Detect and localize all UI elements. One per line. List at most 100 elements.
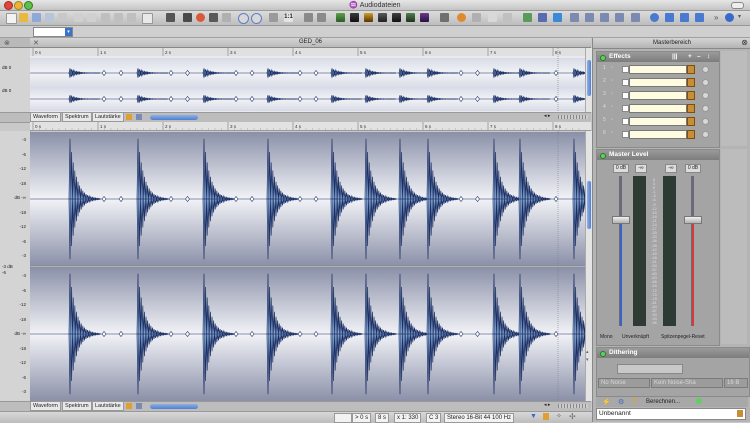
play-range-icon[interactable] [665,13,674,22]
effect-plugin-slot[interactable] [629,130,687,139]
loop-icon[interactable] [251,13,262,24]
split-tab-icon-bottom[interactable] [136,403,142,409]
select-tool-icon[interactable] [183,13,192,22]
effect-edit-icon[interactable] [687,130,695,139]
main-waveform-svg[interactable] [30,131,585,401]
dithering-noise-field[interactable]: No Noise [598,378,650,388]
zoom-in-icon[interactable] [304,13,313,22]
scroll-arrows-icon-bottom[interactable]: ◂ ▸ [544,402,550,408]
effect-slot-row[interactable]: 6 ◦ [599,130,717,139]
marker-tab-icon-bottom[interactable] [126,403,132,409]
effect-power-icon[interactable] [702,79,709,86]
effect-bypass-icon[interactable]: ◦ [611,78,613,84]
save-as-icon[interactable] [45,13,54,22]
analysis-icon[interactable] [440,13,449,22]
nav-extra-icon[interactable] [631,13,640,22]
effect-7-icon[interactable] [420,13,429,22]
play-icon[interactable] [238,13,249,24]
main-waveform[interactable]: ▴ ▾ [30,131,592,401]
effect-plugin-slot[interactable] [629,78,687,87]
add-marker-icon[interactable] [523,13,532,22]
pencil-tool-icon[interactable] [222,13,231,22]
master-level-power-icon[interactable] [600,153,606,159]
record-options-icon[interactable] [553,13,562,22]
mixer-icon[interactable] [503,13,512,22]
effect-plugin-slot[interactable] [629,91,687,100]
dithering-bits-field[interactable]: 16 B [724,378,748,388]
effect-5-icon[interactable] [392,13,401,22]
unlink-button[interactable]: Unverknüpft [622,334,649,340]
dithering-shaping-field[interactable]: Kein Noise-Sha [651,378,723,388]
effect-enable-checkbox[interactable] [622,79,629,86]
effect-bypass-icon[interactable]: ◦ [611,117,613,123]
import-icon[interactable] [58,13,67,22]
effect-edit-icon[interactable] [687,91,695,100]
help-menu-arrow-icon[interactable]: ▾ [738,13,747,22]
dithering-plugin-slot[interactable] [617,364,683,374]
zoom-1to1-icon[interactable]: 1:1 [284,13,293,22]
scroll-down-icon[interactable]: ▾ [586,357,589,363]
save-icon[interactable] [32,13,41,22]
panel-close-icon[interactable]: ⊗ [741,38,748,48]
tab-lautstarke[interactable]: Lautstärke [92,113,124,122]
effects-add-icon[interactable]: + [688,52,692,62]
effect-power-icon[interactable] [702,131,709,138]
document-tab[interactable]: ✕ GED_06 [30,38,591,48]
effect-edit-icon[interactable] [687,65,695,74]
effect-4-icon[interactable] [378,13,387,22]
copy-icon[interactable] [114,13,123,22]
peak-reset-button[interactable]: Spitzenpegel-Reset [661,334,705,340]
effect-bypass-icon[interactable]: ◦ [611,104,613,110]
effect-bypass-icon[interactable]: ◦ [611,91,613,97]
crosshair-icon[interactable]: ✢ [569,412,576,421]
effect-enable-checkbox[interactable] [622,131,629,138]
effect-slot-row[interactable]: 5 ◦ [599,117,717,126]
trim-icon[interactable] [166,13,175,22]
effect-power-icon[interactable] [702,105,709,112]
effect-plugin-slot[interactable] [629,104,687,113]
close-tab-icon[interactable]: ⊗ [4,39,10,47]
effect-power-icon[interactable] [702,92,709,99]
effect-edit-icon[interactable] [687,117,695,126]
settings-icon[interactable] [457,13,466,22]
effects-power-icon[interactable] [600,55,606,61]
effect-1-icon[interactable] [336,13,345,22]
effect-enable-checkbox[interactable] [622,66,629,73]
effect-enable-checkbox[interactable] [622,105,629,112]
effect-3-icon[interactable] [364,13,373,22]
plugin-chain-icon[interactable]: ⚡ [602,398,611,406]
gain-right-value[interactable]: 0 dB [685,164,701,173]
effect-enable-checkbox[interactable] [622,92,629,99]
effect-edit-icon[interactable] [687,78,695,87]
nav-start-icon[interactable] [570,13,579,22]
preset-menu-icon[interactable] [737,410,743,417]
speaker-icon[interactable]: ✧ [556,412,562,420]
effect-plugin-slot[interactable] [629,65,687,74]
scroll-arrows-icon[interactable]: ◂ ▸ [544,113,550,119]
effect-power-icon[interactable] [702,66,709,73]
record-icon[interactable] [196,13,205,22]
effect-edit-icon[interactable] [687,104,695,113]
effect-bypass-icon[interactable]: ◦ [611,130,613,136]
zoom-slider-bottom[interactable] [558,404,588,408]
redo-icon[interactable] [87,13,96,22]
fader-right-handle[interactable] [684,216,702,224]
key-icon[interactable]: ⚿ [632,398,637,406]
effect-plugin-slot[interactable] [629,117,687,126]
more-tools-icon[interactable]: » [714,13,723,22]
toolbar-toggle-button[interactable] [731,2,744,9]
new-file-icon[interactable] [6,13,17,24]
paste-icon[interactable] [127,13,136,22]
main-hscroll-thumb[interactable] [150,404,198,409]
render-button[interactable]: Berechnen... [646,399,680,405]
nav-end-icon[interactable] [615,13,624,22]
time-ruler-svg[interactable]: 0 s 1 s 2 s 3 s 4 s 5 s 6 s 7 s 8 s [30,122,585,130]
overview-svg[interactable]: 0 s 1 s 2 s 3 s 4 s 5 s 6 s 7 s 8 s [30,48,585,112]
preset-name-field[interactable]: Unbenannt [596,408,746,420]
effects-sort-icon[interactable]: ↕ [707,52,710,62]
effect-enable-checkbox[interactable] [622,118,629,125]
help-icon[interactable] [725,13,734,22]
search-icon[interactable] [472,13,481,22]
effect-power-icon[interactable] [702,118,709,125]
cut-icon[interactable] [101,13,110,22]
